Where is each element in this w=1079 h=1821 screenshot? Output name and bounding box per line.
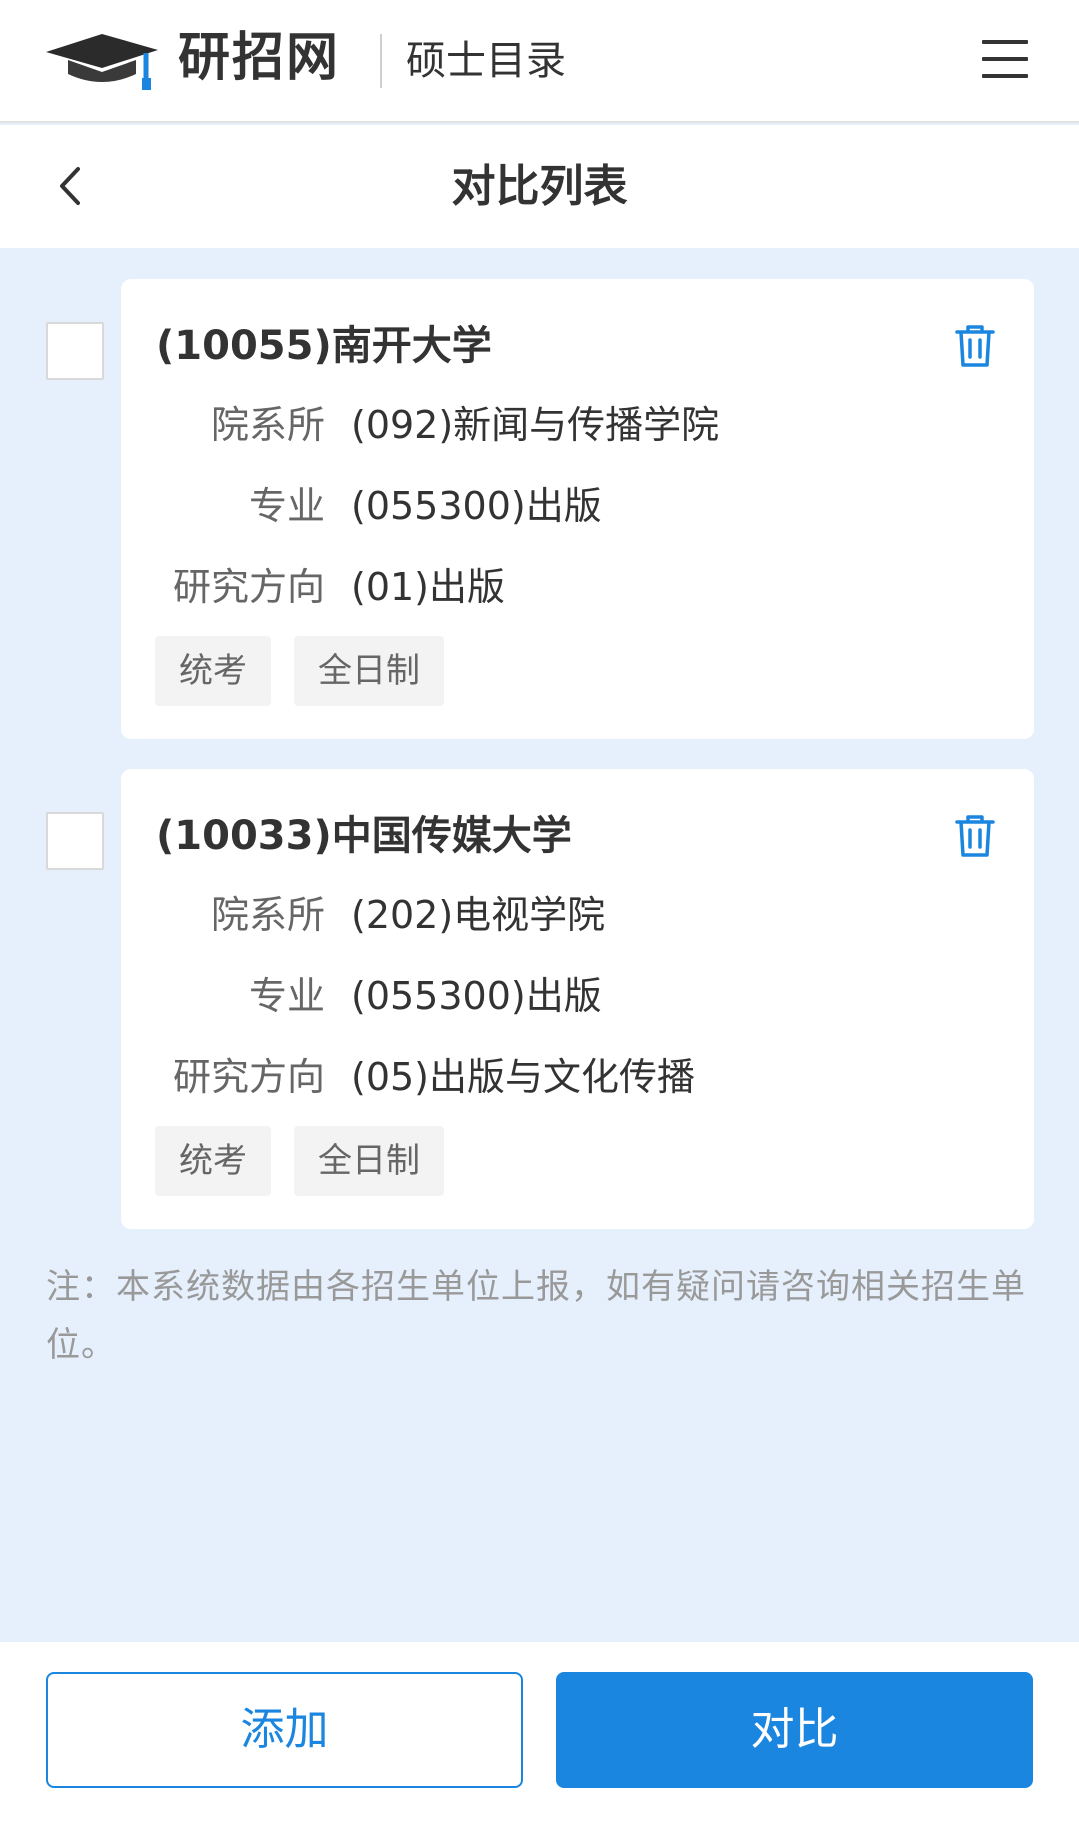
direction-label: 研究方向 [172, 1055, 325, 1099]
select-checkbox[interactable] [46, 322, 104, 380]
school-name: (10033)中国传媒大学 [156, 813, 572, 859]
graduation-cap-icon [46, 34, 158, 90]
department-label: 院系所 [210, 403, 325, 447]
major-label: 专业 [248, 974, 325, 1018]
section-title: 硕士目录 [406, 38, 566, 84]
exam-type-tag: 统考 [155, 636, 271, 706]
top-header: 研招网 硕士目录 [0, 0, 1079, 123]
brand-name[interactable]: 研招网 [178, 26, 340, 90]
department-value: (092)新闻与传播学院 [351, 403, 720, 447]
major-label: 专业 [248, 484, 325, 528]
school-name: (10055)南开大学 [156, 323, 492, 369]
direction-label: 研究方向 [172, 565, 325, 609]
trash-icon[interactable] [953, 323, 997, 369]
title-bar: 对比列表 [0, 125, 1079, 248]
study-mode-tag: 全日制 [294, 1126, 444, 1196]
hamburger-menu-icon[interactable] [982, 38, 1028, 80]
major-value: (055300)出版 [351, 974, 602, 1018]
add-button[interactable]: 添加 [46, 1672, 523, 1788]
direction-value: (01)出版 [351, 565, 506, 609]
major-value: (055300)出版 [351, 484, 602, 528]
disclaimer-note: 注：本系统数据由各招生单位上报，如有疑问请咨询相关招生单位。 [46, 1267, 1026, 1365]
select-checkbox[interactable] [46, 812, 104, 870]
study-mode-tag: 全日制 [294, 636, 444, 706]
bottom-action-bar: 添加 对比 [0, 1642, 1079, 1821]
page-title: 对比列表 [451, 161, 628, 212]
compare-item-card: (10033)中国传媒大学 院系所 (202)电视学院 专业 (055300)出… [121, 769, 1034, 1229]
compare-item-card: (10055)南开大学 院系所 (092)新闻与传播学院 专业 (055300)… [121, 279, 1034, 739]
trash-icon[interactable] [953, 813, 997, 859]
compare-button[interactable]: 对比 [556, 1672, 1033, 1788]
brand-divider [380, 34, 382, 88]
direction-value: (05)出版与文化传播 [351, 1055, 696, 1099]
department-value: (202)电视学院 [351, 893, 606, 937]
exam-type-tag: 统考 [155, 1126, 271, 1196]
department-label: 院系所 [210, 893, 325, 937]
